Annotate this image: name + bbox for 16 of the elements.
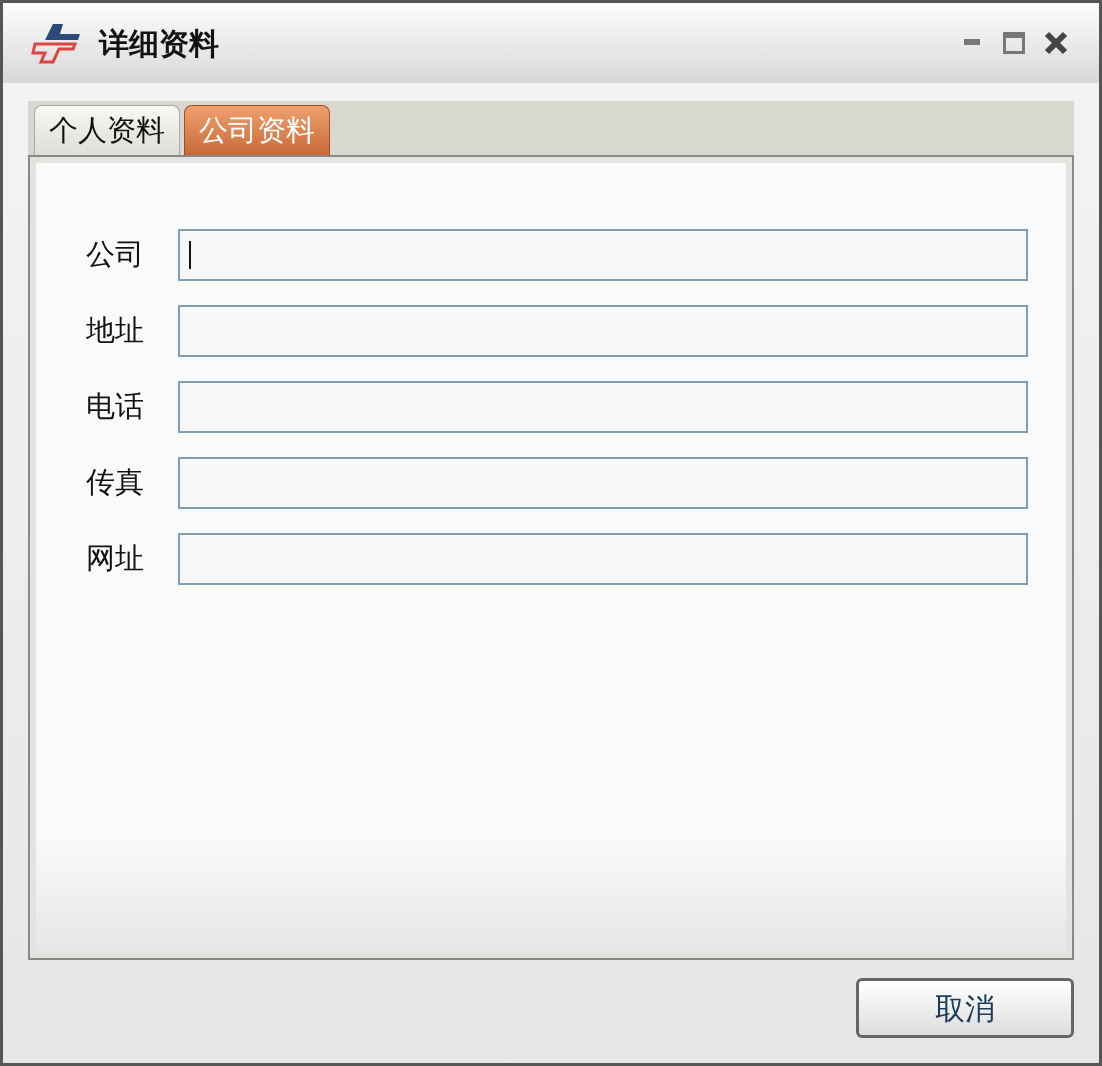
field-label: 网址 xyxy=(86,540,145,578)
field-label: 地址 xyxy=(86,312,145,350)
cancel-button[interactable]: 取消 xyxy=(856,978,1074,1038)
input-field[interactable] xyxy=(178,457,1028,509)
tab[interactable]: 个人资料 xyxy=(34,105,180,155)
field-label: 电话 xyxy=(86,388,145,426)
close-icon xyxy=(1044,31,1068,55)
window-title: 详细资料 xyxy=(99,24,219,63)
input-field[interactable] xyxy=(178,381,1028,433)
field-label: 公司 xyxy=(86,236,145,274)
minimize-icon xyxy=(964,39,980,47)
maximize-icon xyxy=(1003,32,1025,54)
field-label: 传真 xyxy=(86,464,145,502)
input-field[interactable] xyxy=(178,305,1028,357)
input-field[interactable] xyxy=(178,533,1028,585)
input-field[interactable] xyxy=(178,229,1028,281)
